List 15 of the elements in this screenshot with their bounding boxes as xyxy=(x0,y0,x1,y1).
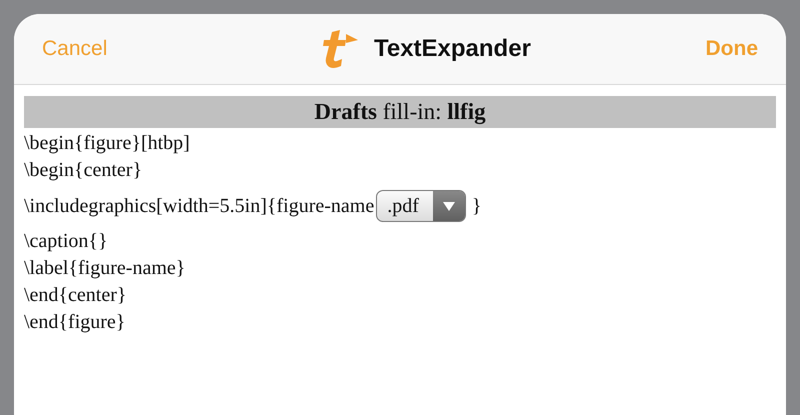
code-line: \label{figure-name} xyxy=(24,256,186,281)
code-line: \end{center} xyxy=(24,283,128,308)
code-line: \end{figure} xyxy=(24,310,126,335)
code-line: } xyxy=(472,194,482,218)
caret-icon xyxy=(442,202,455,210)
done-button[interactable]: Done xyxy=(706,37,758,61)
fill-in-title: Drafts fill-in: llfig xyxy=(24,96,776,128)
cancel-button[interactable]: Cancel xyxy=(42,37,108,61)
app-title: TextExpander xyxy=(374,35,531,63)
extension-dropdown[interactable]: .pdf xyxy=(376,190,466,222)
code-line: \includegraphics[width=5.5in]{figure-name xyxy=(24,194,374,218)
app-logo-icon xyxy=(322,28,360,70)
code-line: \begin{figure}[htbp] xyxy=(24,131,191,156)
code-line: \caption{} xyxy=(24,229,109,254)
code-line: \begin{center} xyxy=(24,158,144,183)
